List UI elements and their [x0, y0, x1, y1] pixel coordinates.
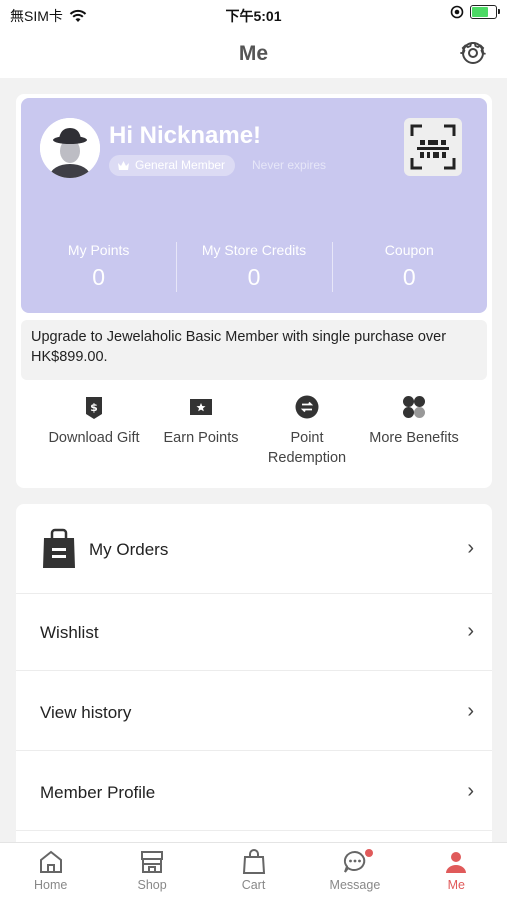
stat-value: 0 [402, 264, 416, 290]
person-icon [446, 852, 467, 873]
tab-home[interactable]: Home [0, 843, 101, 900]
quick-action-label: Earn Points [163, 430, 239, 446]
clock: 下午5:01 [225, 8, 282, 24]
tab-label: Shop [137, 878, 167, 892]
tier-label: General Member [135, 158, 226, 172]
tab-cart[interactable]: Cart [203, 843, 304, 900]
qr-code-button[interactable] [404, 118, 462, 176]
notification-dot [365, 849, 374, 857]
points-stat[interactable]: My Points 0 [21, 238, 176, 298]
battery-icon [470, 5, 500, 19]
stat-value: 0 [247, 264, 261, 290]
menu-item-view-history[interactable]: View history › [16, 671, 492, 751]
orientation-lock-icon [450, 5, 464, 19]
tab-label: Cart [241, 878, 266, 892]
quick-action-label: More Benefits [369, 430, 459, 446]
menu-label: View history [40, 703, 132, 722]
chevron-right-icon: › [467, 537, 474, 559]
settings-gear-icon[interactable] [459, 39, 487, 67]
menu-item-wishlist[interactable]: Wishlist › [16, 594, 492, 671]
tab-label: Message [329, 878, 381, 892]
menu-item-member-profile[interactable]: Member Profile › [16, 751, 492, 831]
tab-message[interactable]: Message [304, 843, 405, 900]
shopping-bag-icon [43, 528, 75, 568]
member-card: Hi Nickname! General Member Never expire… [21, 98, 487, 313]
exchange-icon [295, 395, 319, 419]
store-credits-stat[interactable]: My Store Credits 0 [176, 238, 331, 298]
stat-label: My Points [67, 242, 130, 258]
quick-action-label: Point Redemption [267, 430, 347, 466]
crown-icon [118, 161, 129, 170]
gift-tag-icon: $ [86, 397, 102, 419]
more-benefits-button[interactable]: More Benefits [364, 394, 464, 448]
member-section: Hi Nickname! General Member Never expire… [16, 94, 492, 488]
chevron-right-icon: › [467, 620, 474, 642]
tab-label: Me [447, 878, 466, 892]
stats-row: My Points 0 My Store Credits 0 Coupon 0 [21, 238, 487, 298]
menu-item-my-orders[interactable]: My Orders › [16, 504, 492, 594]
svg-text:$: $ [90, 401, 98, 414]
stat-label: Coupon [384, 242, 434, 258]
tab-shop[interactable]: Shop [101, 843, 202, 900]
nav-bar: Me [0, 30, 507, 78]
download-gift-button[interactable]: $ Download Gift [44, 394, 144, 448]
cart-icon [242, 849, 265, 874]
chevron-right-icon: › [467, 700, 474, 722]
menu-label: Wishlist [40, 623, 99, 642]
point-redemption-button[interactable]: Point Redemption [257, 394, 357, 468]
tier-badge: General Member [109, 155, 236, 176]
stat-value: 0 [92, 264, 106, 290]
avatar[interactable] [40, 118, 100, 178]
coupon-stat[interactable]: Coupon 0 [331, 238, 487, 298]
tab-me[interactable]: Me [406, 843, 507, 900]
message-icon [343, 850, 366, 873]
membership-expiry: Never expires [252, 158, 327, 172]
home-icon [39, 850, 62, 873]
ticket-icon [189, 399, 213, 415]
tab-label: Home [34, 878, 68, 892]
quick-action-label: Download Gift [48, 430, 140, 446]
status-bar: 無SIM卡 下午5:01 [0, 0, 507, 30]
upgrade-notice: Upgrade to Jewelaholic Basic Member with… [21, 320, 487, 380]
menu-label: Member Profile [40, 783, 156, 802]
menu-label: My Orders [89, 540, 169, 559]
grid-icon [403, 396, 425, 418]
avatar-person-icon [40, 118, 100, 178]
shop-icon [141, 851, 164, 873]
quick-actions: $ Download Gift Earn Points Point Redemp… [16, 394, 492, 474]
stat-label: My Store Credits [201, 242, 307, 258]
qr-scan-icon [410, 124, 456, 170]
chevron-right-icon: › [467, 780, 474, 802]
account-menu: My Orders › Wishlist › View history › Me… [16, 504, 492, 842]
tab-bar: Home Shop Cart Message Me [0, 842, 507, 900]
earn-points-button[interactable]: Earn Points [151, 394, 251, 448]
greeting: Hi Nickname! [109, 122, 262, 149]
page-title: Me [238, 42, 269, 65]
